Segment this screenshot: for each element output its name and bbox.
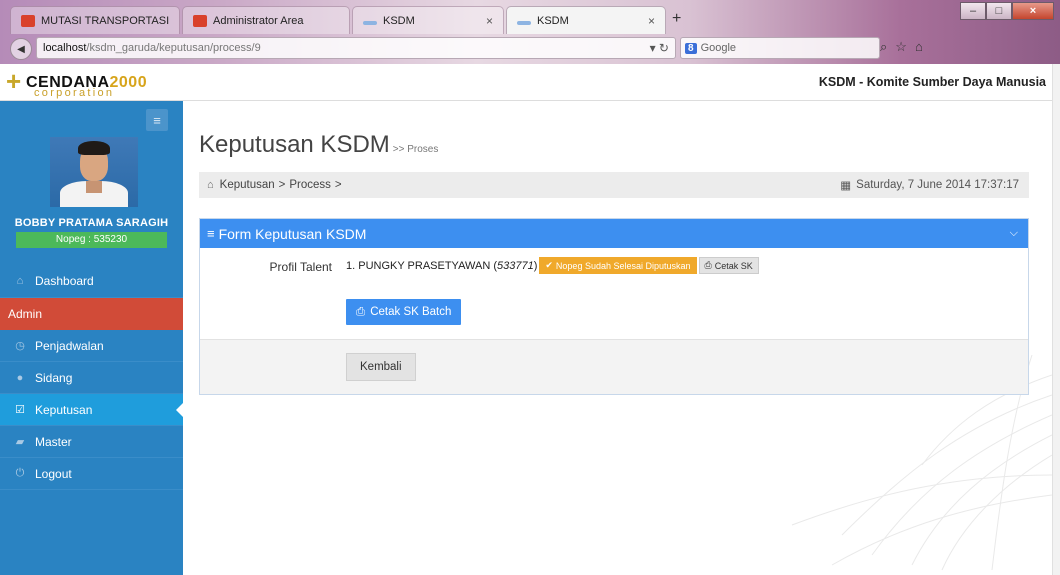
menu-toggle-icon[interactable]: ≡	[146, 109, 168, 131]
home-icon[interactable]: ⌂	[915, 39, 923, 55]
talent-name: 1. PUNGKY PRASETYAWAN (	[346, 259, 497, 272]
sidebar-item-label: Master	[35, 434, 72, 449]
chevron-down-icon[interactable]: ⌵	[1010, 227, 1018, 240]
bookmark-star-icon[interactable]: ☆	[895, 39, 907, 55]
profil-talent-row: Profil Talent 1. PUNGKY PRASETYAWAN (533…	[200, 257, 1030, 281]
talent-entry: 1. PUNGKY PRASETYAWAN (533771) ✔ Nopeg S…	[346, 257, 759, 274]
tab-label: KSDM	[537, 14, 569, 27]
blue-favicon	[363, 20, 377, 25]
sidebar-section-admin: Admin	[0, 298, 183, 330]
check-icon: ✔	[545, 260, 553, 270]
page-subtitle: >> Proses	[392, 144, 439, 155]
date-text: Saturday, 7 June 2014 17:37:17	[856, 179, 1019, 191]
sidebar-item-label: Penjadwalan	[35, 338, 104, 353]
back-arrow-icon[interactable]: ◀	[10, 38, 32, 60]
reload-icon[interactable]: ▾ ↻	[650, 41, 675, 55]
talent-nopeg: 533771	[496, 259, 534, 272]
close-window-icon[interactable]: ×	[1012, 2, 1054, 20]
minimize-icon[interactable]: –	[960, 2, 986, 20]
url-bar[interactable]: localhost /ksdm_garuda/keputusan/process…	[36, 37, 676, 59]
sidebar-item-master[interactable]: ▰ Master	[0, 426, 183, 458]
main-content: Keputusan KSDM >> Proses ⌂ Keputusan > Pr…	[183, 101, 1052, 575]
app-title: KSDM - Komite Sumber Daya Manusia	[818, 75, 1046, 89]
sidebar-item-label: Sidang	[35, 370, 73, 385]
briefcase-icon: ▰	[15, 436, 25, 448]
form-panel: ≡ Form Keputusan KSDM ⌵ Profil Talent 1.…	[199, 218, 1029, 395]
cetak-sk-batch-button[interactable]: ⎙ Cetak SK Batch	[346, 299, 462, 325]
user-name: BOBBY PRATAMA SARAGIH	[14, 217, 169, 229]
date-display: ▦ Saturday, 7 June 2014 17:37:17	[840, 178, 1029, 192]
status-badge: ✔ Nopeg Sudah Selesai Diputuskan	[539, 257, 697, 274]
breadcrumb: ⌂ Keputusan > Process > ▦ Saturday, 7 Ju…	[199, 172, 1029, 198]
print-icon: ⎙	[704, 260, 712, 270]
sidebar-section-label: Admin	[8, 307, 43, 321]
home-icon: ⌂	[16, 274, 24, 287]
home-icon[interactable]: ⌂	[207, 179, 214, 191]
panel-footer: Kembali	[200, 339, 1028, 394]
sidebar-item-label: Dashboard	[35, 273, 94, 288]
list-icon: ≡	[207, 226, 215, 241]
toolbar-icons: ⌕ ☆ ⌂	[880, 39, 923, 55]
profil-talent-label: Profil Talent	[269, 260, 332, 274]
sidebar-item-penjadwalan[interactable]: ◷ Penjadwalan	[0, 330, 183, 362]
logo-cross-icon: +	[6, 66, 22, 96]
nopeg-badge: Nopeg : 535230	[16, 232, 167, 248]
search-placeholder: Google	[700, 42, 737, 54]
avatar	[50, 137, 138, 207]
arrow-circle-icon: ●	[16, 371, 24, 384]
sidebar-item-keputusan[interactable]: ☑ Keputusan	[0, 394, 183, 426]
tab-label: MUTASI TRANSPORTASI	[41, 14, 170, 27]
logo-subtitle: corporation	[34, 87, 115, 99]
browser-chrome: MUTASI TRANSPORTASI Administrator Area K…	[0, 0, 1060, 64]
sidebar-item-label: Keputusan	[35, 402, 93, 417]
sidebar-item-sidang[interactable]: ● Sidang	[0, 362, 183, 394]
tab-close-icon[interactable]: ×	[486, 14, 493, 28]
breadcrumb-process[interactable]: Process	[289, 179, 331, 191]
browser-tab-1[interactable]: MUTASI TRANSPORTASI	[10, 6, 180, 34]
browser-tab-3[interactable]: KSDM ×	[352, 6, 504, 34]
red-favicon	[21, 14, 35, 27]
search-icon[interactable]: ⌕	[880, 39, 887, 55]
sidebar-nav: ⌂ Dashboard Admin ◷ Penjadwalan ● Sidang…	[0, 264, 183, 490]
red-favicon	[193, 14, 207, 27]
cetak-sk-button[interactable]: ⎙ Cetak SK	[698, 257, 759, 274]
check-square-icon: ☑	[15, 404, 25, 416]
browser-navbar: ◀ localhost /ksdm_garuda/keputusan/proce…	[0, 34, 1060, 64]
tab-bar: MUTASI TRANSPORTASI Administrator Area K…	[0, 0, 1060, 34]
breadcrumb-keputusan[interactable]: Keputusan	[220, 179, 275, 191]
tab-label: KSDM	[383, 14, 415, 27]
sidebar-item-logout[interactable]: ⏻ Logout	[0, 458, 183, 490]
sidebar: ≡ BOBBY PRATAMA SARAGIH Nopeg : 535230 ⌂…	[0, 101, 183, 575]
url-host: localhost	[43, 42, 87, 54]
company-logo[interactable]: + CENDANA2000 corporation	[4, 66, 194, 100]
page-scrollbar[interactable]	[1052, 64, 1060, 575]
calendar-icon: ▦	[840, 180, 852, 192]
browser-tab-2[interactable]: Administrator Area	[182, 6, 350, 34]
panel-header[interactable]: ≡ Form Keputusan KSDM ⌵	[200, 219, 1028, 248]
panel-title: Form Keputusan KSDM	[218, 225, 367, 242]
print-icon: ⎙	[356, 305, 366, 318]
blue-favicon	[517, 20, 531, 25]
window-controls: – □ ×	[960, 2, 1054, 20]
browser-tab-4[interactable]: KSDM ×	[506, 6, 666, 34]
search-engine-icon[interactable]: 8	[685, 42, 697, 54]
kembali-button[interactable]: Kembali	[346, 353, 416, 381]
page-title: Keputusan KSDM >> Proses	[199, 131, 439, 158]
url-path: /ksdm_garuda/keputusan/process/9	[86, 42, 261, 54]
tab-label: Administrator Area	[213, 14, 304, 27]
clock-icon: ◷	[15, 340, 25, 352]
sidebar-item-dashboard[interactable]: ⌂ Dashboard	[0, 264, 183, 298]
power-icon: ⏻	[15, 467, 25, 479]
new-tab-button[interactable]: +	[672, 10, 681, 28]
maximize-icon[interactable]: □	[986, 2, 1012, 20]
search-bar[interactable]: 8 Google	[680, 37, 880, 59]
app-header: + CENDANA2000 corporation KSDM - Komite …	[0, 64, 1060, 101]
tab-close-icon[interactable]: ×	[648, 14, 655, 28]
sidebar-item-label: Logout	[35, 466, 72, 481]
